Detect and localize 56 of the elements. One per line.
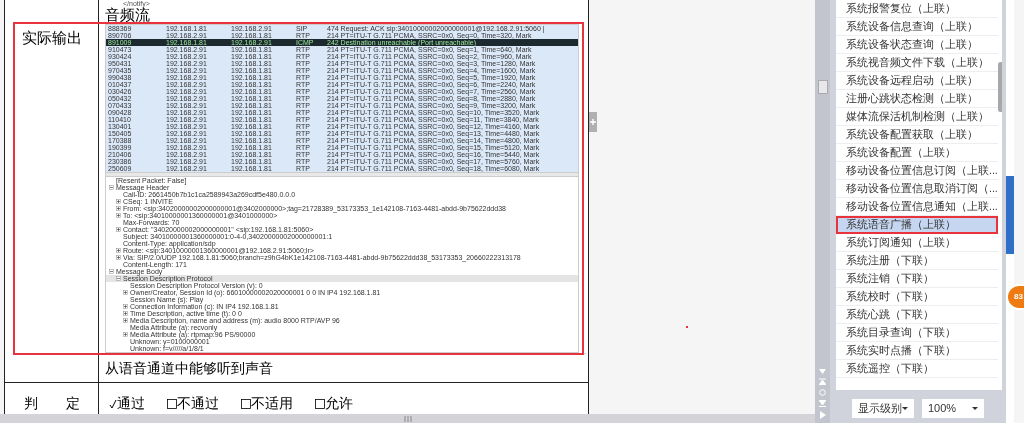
row-label: 实际输出 [21,30,82,48]
scrollbar-thumb[interactable] [997,62,1002,112]
test-case-item[interactable]: 系统订阅通知（上联） [836,234,998,252]
test-case-item[interactable]: 系统目录查询（下联） [836,324,998,342]
collapse-icon[interactable] [109,185,114,190]
conclusion-text: 从语音通道中能够听到声音 [105,360,273,376]
caret-icon [902,406,908,410]
checkbox-icon [167,398,177,409]
test-case-item[interactable]: 系统设备远程启动（上联） [836,72,998,90]
verdict-option[interactable]: 允许 [315,393,353,414]
horizontal-scrollbar[interactable] [106,172,578,177]
test-case-item[interactable]: 系统实时点播（下联） [836,342,998,360]
test-case-item[interactable]: 系统遥控（下联） [836,360,998,378]
splitter-handle[interactable] [817,80,828,94]
verdict-option[interactable]: 不通过 [167,393,219,414]
checkbox-icon [315,398,325,409]
expand-icon[interactable] [116,227,121,232]
expand-icon[interactable] [123,318,128,323]
verdict-option[interactable]: 通过 [109,393,145,414]
checkbox-icon [241,398,251,409]
expand-icon[interactable] [123,304,128,309]
test-case-item[interactable]: 系统校时（下联） [836,288,998,306]
caret-icon [972,406,978,410]
expand-icon[interactable] [123,311,128,316]
test-case-item[interactable]: 系统注册（下联） [836,252,998,270]
test-case-item[interactable]: 注册心跳状态检测（上联） [836,90,998,108]
test-case-item[interactable]: 系统设备信息查询（上联） [836,18,998,36]
expand-icon[interactable] [116,213,121,218]
zoom-dropdown[interactable]: 100% [922,398,984,418]
test-case-item[interactable]: 移动设备位置信息订阅（上联... [836,162,998,180]
expand-icon[interactable] [116,248,121,253]
section-title: 音频流 [105,7,151,22]
verdict-label: 判 定 [23,394,80,413]
test-case-item[interactable]: 系统设备配置获取（上联） [836,126,998,144]
collapse-icon[interactable] [109,269,114,274]
grip-icon [403,415,412,422]
expand-icon[interactable] [116,255,121,260]
expand-icon[interactable] [116,206,121,211]
expand-icon[interactable] [123,290,128,295]
test-case-item[interactable]: 移动设备位置信息通知（上联... [836,198,998,216]
verdict-option[interactable]: 不适用 [241,393,293,414]
level-dropdown[interactable]: 显示级别 [852,398,914,418]
test-case-item[interactable]: 系统设备配置（上联） [836,144,998,162]
horizontal-scrollbar[interactable] [0,414,815,423]
test-case-item[interactable]: 系统设备状态查询（上联） [836,36,998,54]
expand-icon[interactable] [116,199,121,204]
test-case-item[interactable]: 系统视音频文件下载（上联） [836,54,998,72]
test-case-item[interactable]: 系统注销（下联） [836,270,998,288]
test-case-item[interactable]: 媒体流保活机制检测（上联） [836,108,998,126]
collapse-icon[interactable] [116,276,121,281]
check-mark-icon [109,398,117,409]
test-case-item[interactable]: 系统报警复位（上联） [836,0,998,18]
expand-icon[interactable] [123,332,128,337]
test-case-item[interactable]: 移动设备位置信息取消订阅（... [836,180,998,198]
test-case-item[interactable]: 系统心跳（下联） [836,306,998,324]
panel-toggle[interactable] [589,112,597,132]
